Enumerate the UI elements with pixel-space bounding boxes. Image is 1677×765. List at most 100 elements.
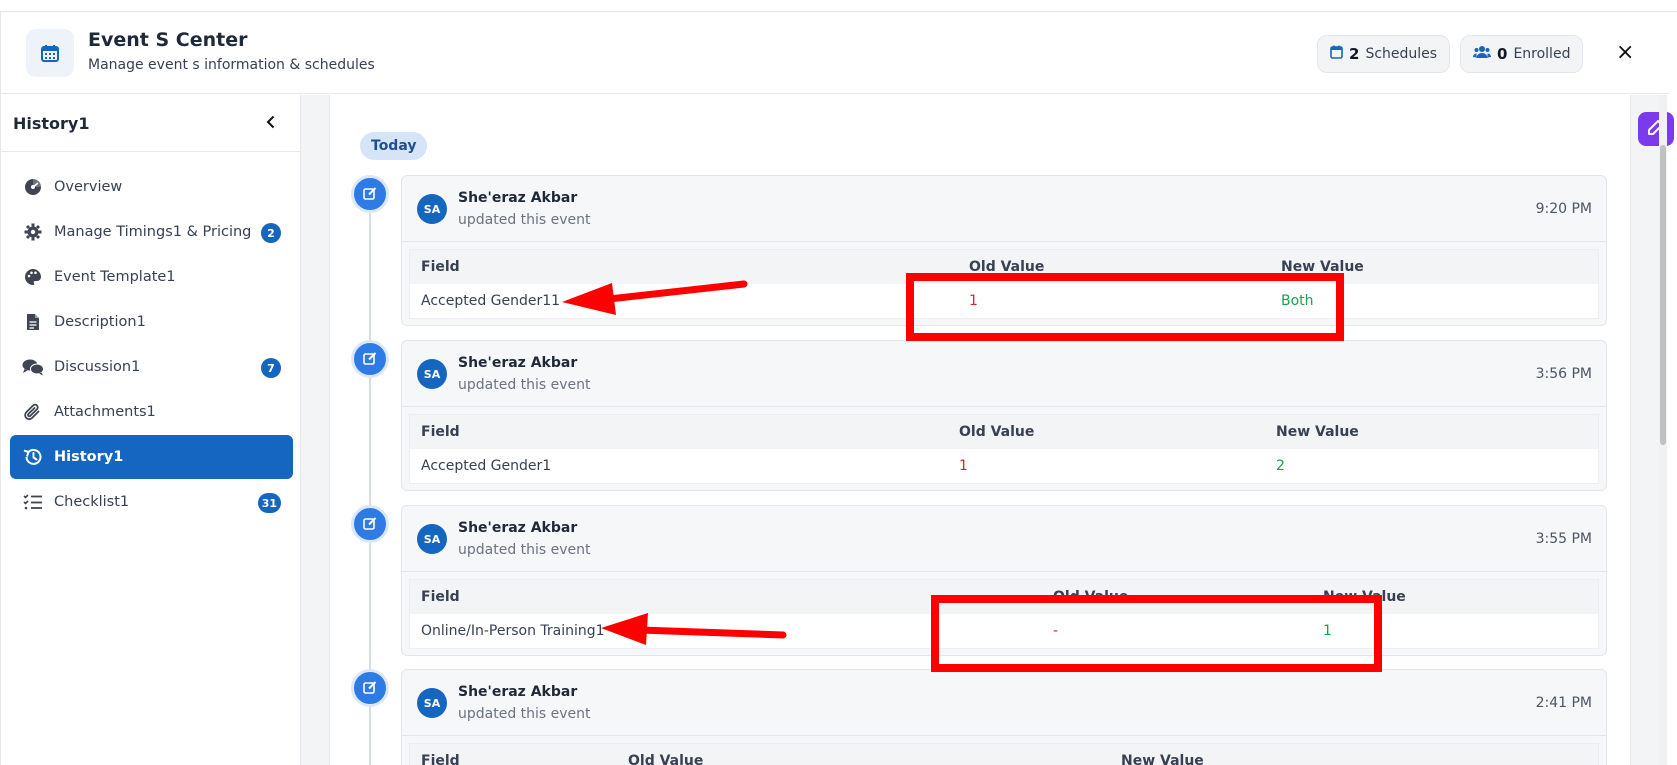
column-header-new-value: New Value <box>1281 259 1364 275</box>
column-header-field: Field <box>421 589 460 605</box>
sidebar: History1 Overview Manage Timings1 & Pric… <box>1 95 301 765</box>
table-row: Accepted Gender1 1 2 <box>410 449 1598 483</box>
sidebar-item-label: Event Template1 <box>54 269 176 285</box>
sidebar-title: History1 <box>13 113 90 133</box>
history-entry-card: SA She'eraz Akbar updated this event 2:4… <box>401 669 1607 765</box>
field-name: Online/In-Person Training1 <box>421 623 605 639</box>
avatar: SA <box>417 194 447 224</box>
table-header-row: Field Old Value New Value <box>410 415 1598 449</box>
users-icon <box>1473 45 1491 63</box>
paperclip-icon <box>22 401 44 423</box>
changes-table: Field Old Value New Value Accepted Gende… <box>409 414 1599 484</box>
timeline-edit-dot <box>351 669 389 707</box>
modal-subtitle: Manage event s information & schedules <box>88 57 375 73</box>
edit-icon <box>363 185 377 204</box>
sidebar-item-checklist[interactable]: Checklist1 31 <box>10 480 293 524</box>
top-strip <box>0 0 1677 12</box>
table-row: Online/In-Person Training1 - 1 <box>410 614 1598 648</box>
modal-header: Event S Center Manage event s informatio… <box>1 12 1669 94</box>
field-name: Accepted Gender11 <box>421 293 561 309</box>
floating-edit-button[interactable] <box>1638 112 1674 146</box>
timeline-edit-dot <box>351 505 389 543</box>
avatar: SA <box>417 359 447 389</box>
user-name: She'eraz Akbar <box>458 355 578 371</box>
column-header-old-value: Old Value <box>959 424 1035 440</box>
history-entry-header: SA She'eraz Akbar updated this event 3:5… <box>402 506 1606 572</box>
changes-table: Field Old Value New Value Accepted Gende… <box>409 249 1599 319</box>
sidebar-item-description[interactable]: Description1 <box>10 300 293 344</box>
field-name: Accepted Gender1 <box>421 458 552 474</box>
sidebar-item-history[interactable]: History1 <box>10 435 293 479</box>
sidebar-item-manage-timings[interactable]: Manage Timings1 & Pricing 2 <box>10 210 293 254</box>
count-badge: 7 <box>261 358 281 378</box>
old-value: 1 <box>959 458 968 474</box>
scrollbar-thumb[interactable] <box>1660 145 1666 445</box>
history-entry-header: SA She'eraz Akbar updated this event 9:2… <box>402 176 1606 242</box>
count-badge: 2 <box>261 223 281 243</box>
sidebar-item-attachments[interactable]: Attachments1 <box>10 390 293 434</box>
sidebar-item-label: Attachments1 <box>54 404 156 420</box>
calendar-small-icon <box>1330 45 1343 63</box>
column-header-old-value: Old Value <box>628 753 704 765</box>
column-header-old-value: Old Value <box>1053 589 1129 605</box>
history-entry-header: SA She'eraz Akbar updated this event 3:5… <box>402 341 1606 407</box>
column-header-field: Field <box>421 259 460 275</box>
sidebar-header: History1 <box>1 95 300 152</box>
gear-icon <box>22 221 44 243</box>
enrolled-chip[interactable]: 0 Enrolled <box>1460 35 1584 73</box>
new-value: 2 <box>1276 458 1285 474</box>
column-header-field: Field <box>421 424 460 440</box>
column-header-field: Field <box>421 753 460 765</box>
avatar: SA <box>417 524 447 554</box>
close-button[interactable]: × <box>1616 42 1634 64</box>
history-entry-card: SA She'eraz Akbar updated this event 9:2… <box>401 175 1607 326</box>
checklist-icon <box>22 491 44 513</box>
sidebar-item-label: Manage Timings1 & Pricing <box>54 224 252 240</box>
edit-icon <box>363 515 377 534</box>
sidebar-item-discussion[interactable]: Discussion1 7 <box>10 345 293 389</box>
changes-table: Field Old Value New Value <box>409 743 1599 765</box>
chevron-left-icon <box>265 114 277 133</box>
collapse-sidebar-button[interactable] <box>256 108 286 138</box>
changes-table: Field Old Value New Value Online/In-Pers… <box>409 579 1599 649</box>
column-header-new-value: New Value <box>1323 589 1406 605</box>
history-entry-header: SA She'eraz Akbar updated this event 2:4… <box>402 670 1606 736</box>
history-entry-card: SA She'eraz Akbar updated this event 3:5… <box>401 340 1607 491</box>
timeline-edit-dot <box>351 175 389 213</box>
table-header-row: Field Old Value New Value <box>410 580 1598 614</box>
sidebar-item-label: History1 <box>54 449 124 465</box>
sidebar-item-label: Discussion1 <box>54 359 141 375</box>
new-value: Both <box>1281 293 1314 309</box>
schedules-count: 2 <box>1349 45 1360 63</box>
entry-time: 9:20 PM <box>1535 201 1592 217</box>
schedules-label: Schedules <box>1365 46 1438 62</box>
enrolled-count: 0 <box>1497 45 1508 63</box>
table-header-row: Field Old Value New Value <box>410 250 1598 284</box>
document-icon <box>22 311 44 333</box>
calendar-icon <box>26 29 74 77</box>
entry-time: 2:41 PM <box>1535 695 1592 711</box>
entry-time: 3:55 PM <box>1535 531 1592 547</box>
user-action: updated this event <box>458 706 591 722</box>
edit-icon <box>363 350 377 369</box>
sidebar-item-label: Overview <box>54 179 123 195</box>
table-row: Accepted Gender11 1 Both <box>410 284 1598 318</box>
user-action: updated this event <box>458 542 591 558</box>
schedules-chip[interactable]: 2 Schedules <box>1317 35 1451 73</box>
user-name: She'eraz Akbar <box>458 190 578 206</box>
timeline-edit-dot <box>351 340 389 378</box>
history-icon <box>22 446 44 468</box>
user-action: updated this event <box>458 212 591 228</box>
column-header-old-value: Old Value <box>969 259 1045 275</box>
date-group-label: Today <box>360 132 428 160</box>
old-value: - <box>1053 623 1059 639</box>
right-side-strip <box>1630 95 1659 765</box>
column-header-new-value: New Value <box>1276 424 1359 440</box>
pie-chart-icon <box>22 176 44 198</box>
sidebar-item-overview[interactable]: Overview <box>10 165 293 209</box>
table-header-row: Field Old Value New Value <box>410 744 1598 765</box>
sidebar-item-label: Checklist1 <box>54 494 130 510</box>
palette-icon <box>22 266 44 288</box>
sidebar-item-event-template[interactable]: Event Template1 <box>10 255 293 299</box>
sidebar-item-label: Description1 <box>54 314 146 330</box>
